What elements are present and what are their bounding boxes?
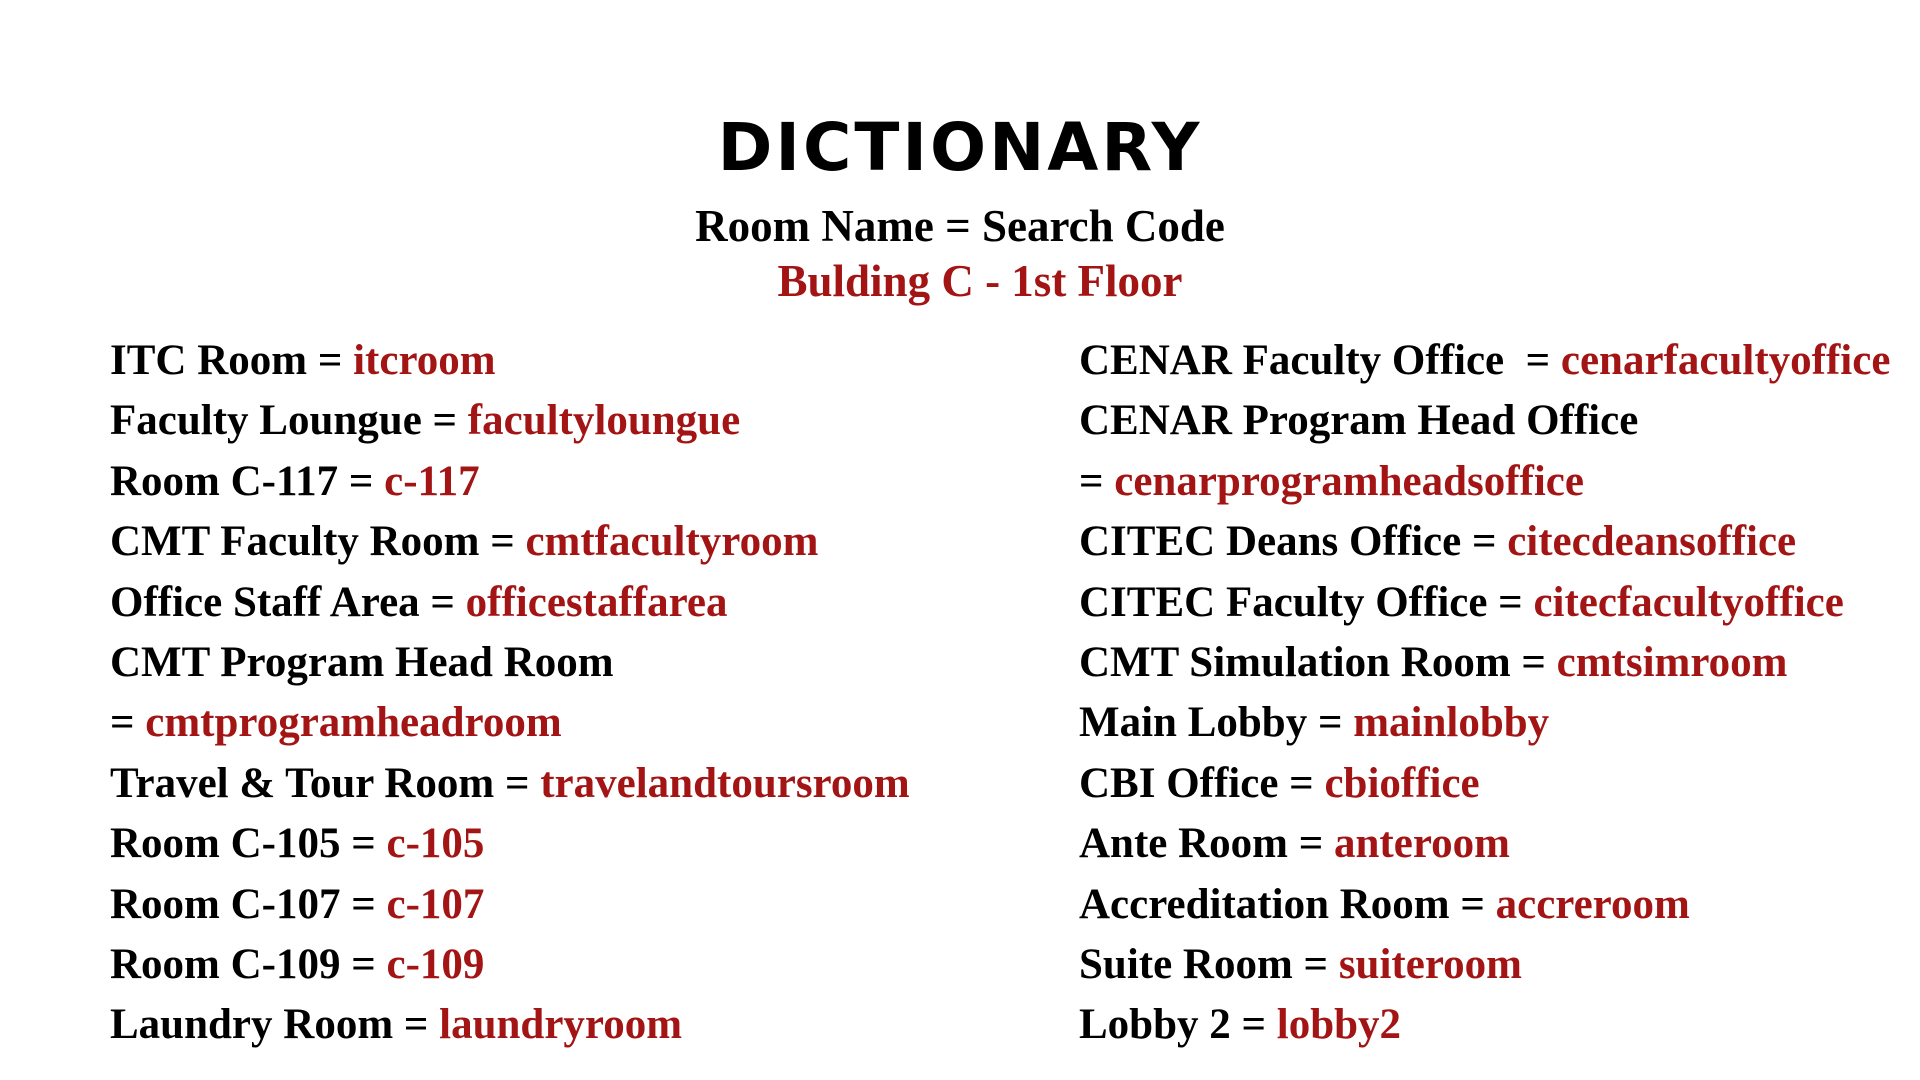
search-code: cmtfacultyroom xyxy=(525,518,819,566)
list-item: Suite Room = suiteroom xyxy=(1079,935,1890,995)
search-code: cbioffice xyxy=(1324,759,1480,807)
room-name: CITEC Faculty Office = xyxy=(1079,578,1534,626)
room-name: Suite Room = xyxy=(1079,940,1339,988)
list-item: Room C-107 = c-107 xyxy=(110,875,910,935)
list-item: Ante Room = anteroom xyxy=(1079,814,1890,874)
list-item: Office Staff Area = officestaffarea xyxy=(110,573,910,633)
room-name: Ante Room = xyxy=(1079,820,1334,868)
search-code: c-105 xyxy=(386,820,485,868)
search-code: anteroom xyxy=(1334,820,1510,868)
list-item: Travel & Tour Room = travelandtoursroom xyxy=(110,754,910,814)
room-name: ITC Room = xyxy=(110,337,354,384)
room-name: Room C-105 = xyxy=(110,820,387,868)
list-item: CITEC Faculty Office = citecfacultyoffic… xyxy=(1079,573,1890,633)
room-name: Laundry Room = xyxy=(110,1001,440,1049)
search-code: officestaffarea xyxy=(465,578,728,626)
room-name: CENAR Faculty Office = xyxy=(1079,337,1561,384)
page-subtitle: Room Name = Search Code xyxy=(695,201,1225,251)
search-code: cmtprogramheadroom xyxy=(145,699,562,747)
list-item: Main Lobby = mainlobby xyxy=(1079,693,1890,753)
room-name: CENAR Program Head Office xyxy=(1079,397,1639,445)
list-item: CBI Office = cbioffice xyxy=(1079,754,1890,814)
right-column-list: CENAR Faculty Office = cenarfacultyoffic… xyxy=(1079,331,1890,1056)
list-item: CENAR Faculty Office = cenarfacultyoffic… xyxy=(1079,331,1890,391)
list-item: ITC Room = itcroom xyxy=(110,331,910,391)
floor-label: Bulding C - 1st Floor xyxy=(777,256,1183,306)
list-item: Room C-109 = c-109 xyxy=(110,935,910,995)
search-code: c-109 xyxy=(386,940,485,988)
search-code: cmtsimroom xyxy=(1556,638,1788,686)
search-code: accreroom xyxy=(1495,880,1690,928)
room-name: CMT Program Head Room xyxy=(110,638,614,686)
list-item: Laundry Room = laundryroom xyxy=(110,995,910,1055)
room-name: Room C-107 = xyxy=(110,880,387,928)
search-code: citecdeansoffice xyxy=(1507,518,1797,566)
list-item: CENAR Program Head Office xyxy=(1079,391,1890,451)
list-item: CMT Simulation Room = cmtsimroom xyxy=(1079,633,1890,693)
search-code: cenarprogramheadsoffice xyxy=(1114,457,1584,505)
search-code: cenarfacultyoffice xyxy=(1560,337,1891,384)
page-title: DICTIONARY xyxy=(717,109,1203,186)
list-item: Faculty Loungue = facultyloungue xyxy=(110,391,910,451)
room-name: CITEC Deans Office = xyxy=(1079,518,1508,566)
dictionary-page: DICTIONARY Room Name = Search Code Buldi… xyxy=(0,0,1920,1080)
search-code: travelandtoursroom xyxy=(540,759,910,807)
room-name: Faculty Loungue = xyxy=(110,397,468,445)
search-code: c-107 xyxy=(386,880,485,928)
list-item: CMT Program Head Room xyxy=(110,633,910,693)
search-code: facultyloungue xyxy=(467,397,741,445)
room-name: Lobby 2 = xyxy=(1079,1001,1277,1049)
search-code: lobby2 xyxy=(1276,1001,1402,1049)
room-name: = xyxy=(110,699,146,747)
search-code: laundryroom xyxy=(439,1001,683,1049)
list-item: = cenarprogramheadsoffice xyxy=(1079,452,1890,512)
room-name: CMT Simulation Room = xyxy=(1079,638,1557,686)
list-item: Accreditation Room = accreroom xyxy=(1079,875,1890,935)
list-item: CMT Faculty Room = cmtfacultyroom xyxy=(110,512,910,572)
search-code: mainlobby xyxy=(1353,699,1550,747)
list-item: Room C-117 = c-117 xyxy=(110,452,910,512)
search-code: suiteroom xyxy=(1338,940,1522,988)
room-name: Travel & Tour Room = xyxy=(110,759,541,807)
search-code: c-117 xyxy=(384,457,480,505)
room-name: Main Lobby = xyxy=(1079,699,1354,747)
list-item: = cmtprogramheadroom xyxy=(110,693,910,753)
room-name: Room C-117 = xyxy=(110,457,385,505)
room-name: Accreditation Room = xyxy=(1079,880,1496,928)
room-name: Office Staff Area = xyxy=(110,578,466,626)
list-item: Lobby 2 = lobby2 xyxy=(1079,995,1890,1055)
search-code: citecfacultyoffice xyxy=(1533,578,1844,626)
room-name: CMT Faculty Room = xyxy=(110,518,526,566)
left-column-list: ITC Room = itcroom Faculty Loungue = fac… xyxy=(110,331,910,1056)
room-name: CBI Office = xyxy=(1079,759,1325,807)
room-name: = xyxy=(1079,457,1115,505)
search-code: itcroom xyxy=(353,337,496,384)
room-name: Room C-109 = xyxy=(110,940,387,988)
list-item: Room C-105 = c-105 xyxy=(110,814,910,874)
list-item: CITEC Deans Office = citecdeansoffice xyxy=(1079,512,1890,572)
